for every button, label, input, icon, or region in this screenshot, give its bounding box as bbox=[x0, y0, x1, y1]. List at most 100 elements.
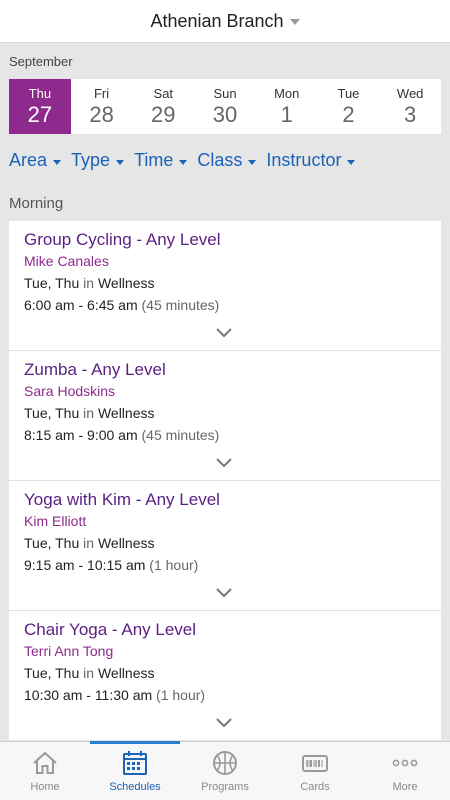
dropdown-caret-icon bbox=[248, 159, 257, 165]
filter-label: Area bbox=[9, 150, 48, 170]
filter-label: Class bbox=[197, 150, 243, 170]
instructor-name[interactable]: Sara Hodskins bbox=[24, 382, 441, 400]
instructor-name[interactable]: Kim Elliott bbox=[24, 512, 441, 530]
class-time: 10:30 am - 11:30 am bbox=[24, 687, 153, 703]
day-number: 29 bbox=[151, 101, 176, 127]
tab-home[interactable]: Home bbox=[0, 742, 90, 800]
class-time-row: 8:15 am - 9:00 am (45 minutes) bbox=[24, 425, 441, 445]
day-name: Thu bbox=[28, 85, 52, 101]
class-time: 8:15 am - 9:00 am bbox=[24, 427, 138, 443]
class-duration: (45 minutes) bbox=[141, 427, 220, 443]
day-name: Fri bbox=[93, 85, 110, 101]
tab-cards[interactable]: Cards bbox=[270, 742, 360, 800]
calendar-icon bbox=[123, 751, 147, 775]
class-time-row: 9:15 am - 10:15 am (1 hour) bbox=[24, 555, 441, 575]
instructor-name[interactable]: Terri Ann Tong bbox=[24, 642, 441, 660]
class-list[interactable]: Group Cycling - Any Level Mike Canales T… bbox=[9, 221, 441, 741]
filter-type[interactable]: Type bbox=[71, 150, 125, 171]
class-days: Tue, Thu bbox=[24, 665, 80, 681]
day-strip: Thu 27 Fri 28 Sat 29 Sun 30 Mon 1 Tue 2 … bbox=[9, 79, 441, 134]
section-title-morning: Morning bbox=[9, 195, 64, 212]
day-fri[interactable]: Fri 28 bbox=[71, 79, 133, 134]
tab-label: Home bbox=[30, 781, 60, 793]
dropdown-caret-icon bbox=[116, 159, 125, 165]
card-icon bbox=[302, 755, 328, 772]
class-title[interactable]: Yoga with Kim - Any Level bbox=[24, 490, 441, 510]
filter-instructor[interactable]: Instructor bbox=[266, 150, 356, 171]
day-number: 30 bbox=[212, 101, 238, 127]
class-duration: (45 minutes) bbox=[141, 297, 220, 313]
class-days-location: Tue, Thu in Wellness bbox=[24, 663, 441, 683]
class-card[interactable]: Chair Yoga - Any Level Terri Ann Tong Tu… bbox=[9, 611, 441, 741]
class-card[interactable]: Group Cycling - Any Level Mike Canales T… bbox=[9, 221, 441, 351]
class-location: Wellness bbox=[97, 665, 155, 681]
day-name: Tue bbox=[337, 85, 360, 101]
tab-label: More bbox=[392, 781, 418, 793]
day-mon[interactable]: Mon 1 bbox=[256, 79, 318, 134]
in-word: in bbox=[83, 275, 95, 291]
tab-schedules[interactable]: Schedules bbox=[90, 741, 180, 800]
class-title[interactable]: Group Cycling - Any Level bbox=[24, 230, 441, 250]
class-days: Tue, Thu bbox=[24, 275, 80, 291]
class-days-location: Tue, Thu in Wellness bbox=[24, 273, 441, 293]
day-name: Wed bbox=[396, 85, 424, 101]
day-name: Sun bbox=[213, 85, 237, 101]
dropdown-caret-icon bbox=[179, 159, 188, 165]
class-days-location: Tue, Thu in Wellness bbox=[24, 403, 441, 423]
chevron-down-icon[interactable] bbox=[216, 718, 232, 728]
chevron-down-icon[interactable] bbox=[216, 588, 232, 598]
home-icon bbox=[33, 751, 57, 774]
tab-label: Programs bbox=[201, 781, 249, 793]
in-word: in bbox=[83, 535, 95, 551]
day-wed[interactable]: Wed 3 bbox=[379, 79, 441, 134]
chevron-down-icon[interactable] bbox=[216, 458, 232, 468]
day-number: 27 bbox=[27, 101, 53, 127]
class-location: Wellness bbox=[97, 535, 155, 551]
day-name: Sat bbox=[153, 85, 174, 101]
more-icon bbox=[392, 759, 418, 767]
class-card[interactable]: Zumba - Any Level Sara Hodskins Tue, Thu… bbox=[9, 351, 441, 481]
dropdown-caret-icon bbox=[289, 19, 300, 25]
class-duration: (1 hour) bbox=[156, 687, 206, 703]
day-number: 1 bbox=[280, 101, 293, 127]
class-time-row: 10:30 am - 11:30 am (1 hour) bbox=[24, 685, 441, 705]
day-number: 2 bbox=[342, 101, 355, 127]
chevron-down-icon[interactable] bbox=[216, 328, 232, 338]
dropdown-caret-icon bbox=[347, 159, 356, 165]
class-days-location: Tue, Thu in Wellness bbox=[24, 533, 441, 553]
class-time: 6:00 am - 6:45 am bbox=[24, 297, 138, 313]
filter-time[interactable]: Time bbox=[134, 150, 188, 171]
day-sat[interactable]: Sat 29 bbox=[132, 79, 194, 134]
branch-name: Athenian Branch bbox=[150, 10, 284, 31]
tab-label: Schedules bbox=[109, 781, 161, 793]
day-number: 28 bbox=[89, 101, 114, 127]
filter-label: Type bbox=[71, 150, 111, 170]
day-sun[interactable]: Sun 30 bbox=[194, 79, 256, 134]
day-tue[interactable]: Tue 2 bbox=[318, 79, 380, 134]
tab-programs[interactable]: Programs bbox=[180, 742, 270, 800]
filter-label: Time bbox=[134, 150, 174, 170]
class-days: Tue, Thu bbox=[24, 405, 80, 421]
filter-bar: Area Type Time Class Instructor bbox=[9, 150, 356, 171]
dropdown-caret-icon bbox=[53, 159, 62, 165]
class-location: Wellness bbox=[97, 275, 155, 291]
bottom-tab-bar: Home Schedules Programs Cards More bbox=[0, 741, 450, 800]
filter-label: Instructor bbox=[266, 150, 342, 170]
class-location: Wellness bbox=[97, 405, 155, 421]
class-time-row: 6:00 am - 6:45 am (45 minutes) bbox=[24, 295, 441, 315]
filter-area[interactable]: Area bbox=[9, 150, 62, 171]
branch-selector[interactable]: Athenian Branch bbox=[150, 10, 300, 32]
tab-label: Cards bbox=[300, 781, 330, 793]
filter-class[interactable]: Class bbox=[197, 150, 257, 171]
class-time: 9:15 am - 10:15 am bbox=[24, 557, 146, 573]
tab-more[interactable]: More bbox=[360, 742, 450, 800]
class-days: Tue, Thu bbox=[24, 535, 80, 551]
class-card[interactable]: Yoga with Kim - Any Level Kim Elliott Tu… bbox=[9, 481, 441, 611]
instructor-name[interactable]: Mike Canales bbox=[24, 252, 441, 270]
in-word: in bbox=[83, 665, 95, 681]
month-label: September bbox=[9, 54, 73, 69]
day-name: Mon bbox=[274, 85, 300, 101]
day-thu[interactable]: Thu 27 bbox=[9, 79, 71, 134]
class-title[interactable]: Chair Yoga - Any Level bbox=[24, 620, 441, 640]
class-title[interactable]: Zumba - Any Level bbox=[24, 360, 441, 380]
